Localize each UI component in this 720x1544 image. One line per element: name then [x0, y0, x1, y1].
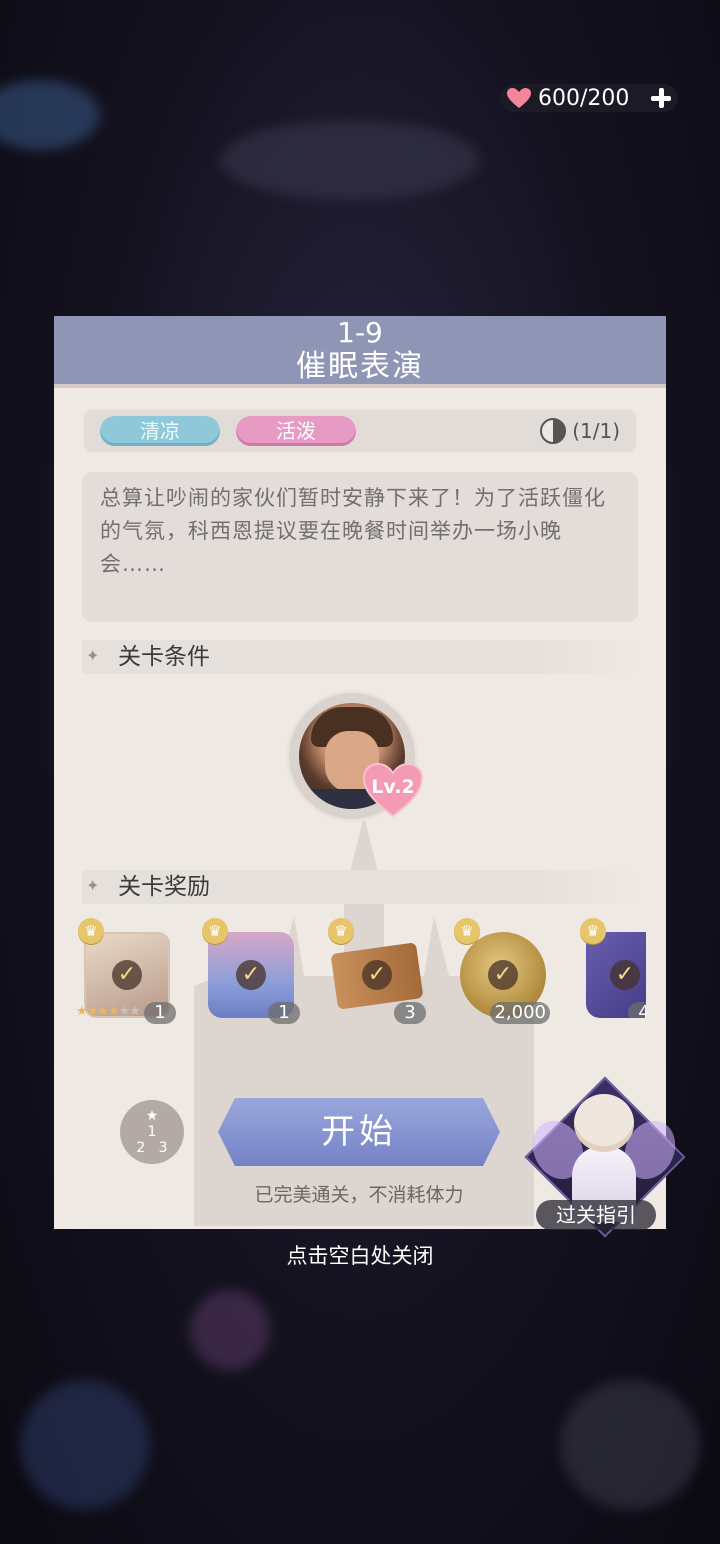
level-description: 总算让吵闹的家伙们暂时安静下来了！为了活跃僵化的气氛，科西恩提议要在晚餐时间举办… [82, 472, 638, 622]
tag-row: 清凉 活泼 (1/1) [82, 408, 638, 454]
progress-moon-icon [540, 418, 567, 444]
reward-gold-coin[interactable]: ♛ ✓ 2,000 [454, 918, 550, 1024]
podium-icon: ★ [145, 1108, 159, 1124]
fairy-avatar-icon [574, 1094, 634, 1152]
reward-count: 1 [144, 1002, 176, 1024]
start-button[interactable]: 开始 [218, 1098, 500, 1166]
reward-count: 4 [628, 1002, 646, 1018]
crown-icon: ♛ [202, 918, 228, 944]
condition-level: Lv.2 [371, 776, 415, 798]
check-icon: ✓ [112, 960, 142, 990]
heart-icon [506, 87, 532, 109]
reward-count: 3 [394, 1002, 426, 1024]
rank-second-third: 2 3 [136, 1140, 168, 1156]
start-note: 已完美通关，不消耗体力 [254, 1184, 464, 1206]
reward-count: 2,000 [490, 1002, 550, 1024]
reward-gift-box[interactable]: ♛ ✓ 1 [202, 918, 300, 1024]
level-number: 1-9 [337, 316, 383, 349]
crown-icon: ♛ [328, 918, 354, 944]
rewards-section: ✦ 关卡奖励 [82, 870, 638, 904]
background-blob [560, 1380, 700, 1510]
progress-indicator: (1/1) [540, 416, 620, 446]
leaderboard-button[interactable]: ★ 1 2 3 [120, 1100, 184, 1164]
rarity-stars: ★★★★★★ [76, 1004, 141, 1019]
reward-count: 1 [268, 1002, 300, 1024]
progress-text: (1/1) [572, 419, 620, 443]
guide-label: 过关指引 [536, 1200, 656, 1230]
check-icon: ✓ [362, 960, 392, 990]
rewards-title: 关卡奖励 [118, 874, 210, 900]
stamina-value: 600/200 [538, 85, 630, 111]
sparkle-icon: ✦ [86, 646, 100, 665]
crown-icon: ♛ [454, 918, 480, 944]
tag-cool: 清凉 [100, 416, 220, 446]
sparkle-icon: ✦ [86, 876, 100, 895]
conditions-title: 关卡条件 [118, 644, 210, 670]
check-icon: ✓ [236, 960, 266, 990]
check-icon: ✓ [610, 960, 640, 990]
close-hint[interactable]: 点击空白处关闭 [0, 1240, 720, 1270]
conditions-section: ✦ 关卡条件 [82, 640, 638, 674]
background-blob [20, 1380, 150, 1510]
dialog-header: 1-9 催眠表演 [54, 316, 666, 388]
background-blob [0, 80, 100, 150]
tag-lively: 活泼 [236, 416, 356, 446]
reward-ticket[interactable]: ♛ ✓ 3 [328, 918, 426, 1024]
level-title: 催眠表演 [296, 349, 424, 384]
background-blob [190, 1290, 270, 1370]
check-icon: ✓ [488, 960, 518, 990]
crown-icon: ♛ [78, 918, 104, 944]
reward-purple-item[interactable]: ✓ 4 [586, 932, 646, 1018]
stamina-bar: 600/200 [500, 84, 678, 112]
crown-icon: ♛ [580, 918, 606, 944]
level-guide-button[interactable]: 过关指引 [523, 1060, 686, 1240]
add-stamina-icon[interactable] [650, 87, 672, 109]
background-blob [220, 120, 480, 200]
rank-first: 1 [147, 1124, 157, 1140]
